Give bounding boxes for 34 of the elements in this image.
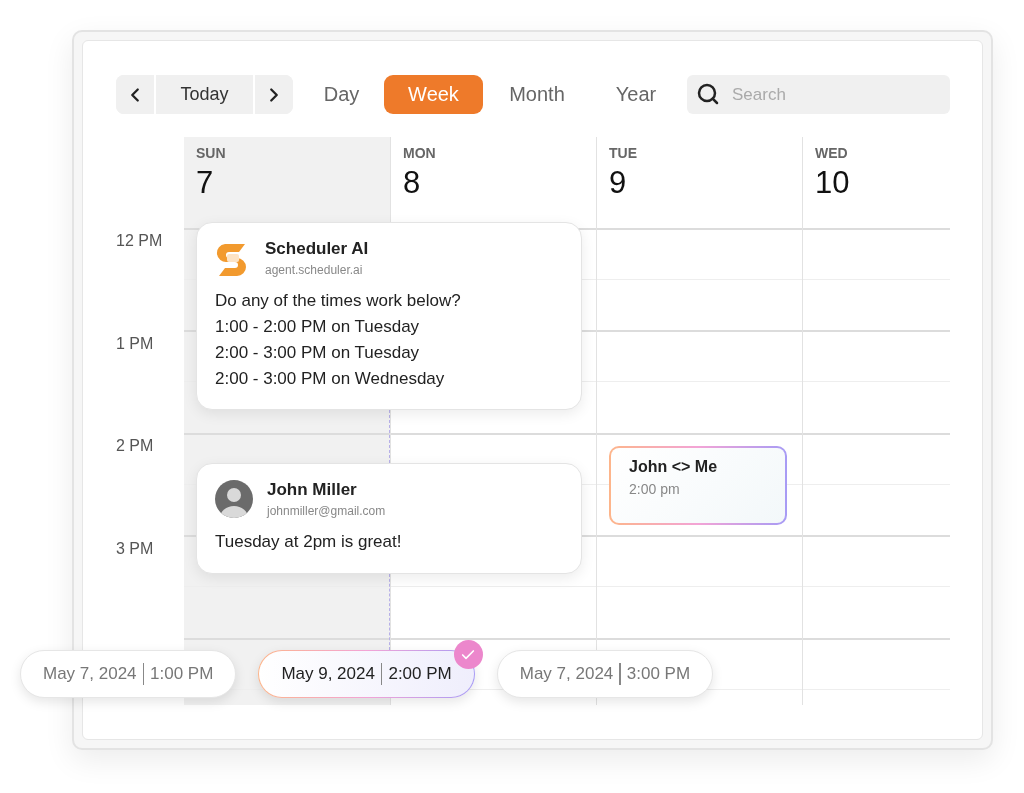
date-number: 7 xyxy=(196,165,215,201)
hour-label: 12 PM xyxy=(116,232,163,249)
hour-label: 2 PM xyxy=(116,437,154,454)
event-time: 2:00 pm xyxy=(629,481,681,497)
weekday-label: TUE xyxy=(609,145,638,161)
message-text: 2:00 - 3:00 PM on Wednesday xyxy=(215,369,446,389)
message-text: Tuesday at 2pm is great! xyxy=(215,532,403,552)
date-number: 10 xyxy=(815,165,851,201)
sender-name: John Miller xyxy=(267,480,358,500)
message-text: 2:00 - 3:00 PM on Tuesday xyxy=(215,343,421,363)
sender-name: Scheduler AI xyxy=(265,239,369,259)
event-card[interactable]: John <> Me 2:00 pm xyxy=(609,446,787,525)
hour-label: 3 PM xyxy=(116,539,154,557)
message-text: 1:00 - 2:00 PM on Tuesday xyxy=(215,317,421,337)
weekday-label: SUN xyxy=(196,145,227,161)
time-slot-chip[interactable]: May 7, 2024 1:00 PM xyxy=(20,650,237,698)
time-slot-chip[interactable]: May 9, 2024 2:00 PM xyxy=(258,650,475,698)
sender-handle: agent.scheduler.ai xyxy=(265,263,364,277)
view-tab[interactable]: Day xyxy=(323,75,360,114)
view-tab[interactable]: Year xyxy=(615,75,657,114)
date-number: 8 xyxy=(403,165,422,201)
hour-label: 1 PM xyxy=(116,334,154,352)
avatar-icon xyxy=(215,480,253,518)
search-field[interactable]: Search xyxy=(687,75,950,114)
event-title: John <> Me xyxy=(629,458,719,476)
search-icon xyxy=(696,82,720,106)
weekday-label: WED xyxy=(815,145,849,161)
weekday-label: MON xyxy=(403,145,437,161)
message-text: Do any of the times work below? xyxy=(215,291,462,311)
sender-handle: johnmiller@gmail.com xyxy=(267,504,386,518)
time-slot-chip[interactable]: May 7, 2024 3:00 PM xyxy=(496,650,714,698)
today-button[interactable]: Today xyxy=(154,75,255,114)
view-tab[interactable]: Month xyxy=(506,75,568,114)
date-number: 9 xyxy=(609,165,628,201)
